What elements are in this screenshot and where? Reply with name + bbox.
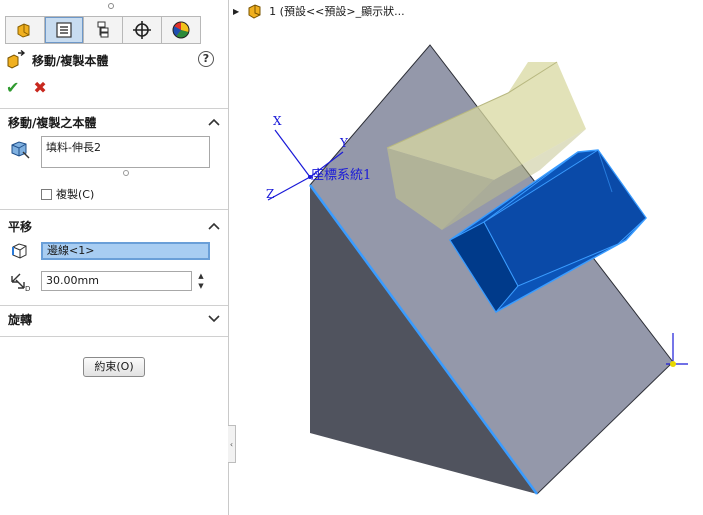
bodies-section-header[interactable]: 移動/複製之本體 xyxy=(8,114,220,130)
property-manager-icon xyxy=(56,22,72,38)
chevron-up-icon[interactable] xyxy=(208,118,220,126)
tree-item-label[interactable]: 1 (預設<<預設>_顯示狀... xyxy=(269,3,404,19)
copy-option[interactable]: 複製(C) xyxy=(41,186,94,202)
cancel-button[interactable]: ✖ xyxy=(33,80,46,96)
tab-propertymanager[interactable] xyxy=(45,17,84,43)
configuration-icon xyxy=(97,21,109,38)
translation-reference-field[interactable]: 邊線<1> xyxy=(41,242,210,260)
translate-section-header[interactable]: 平移 xyxy=(8,218,220,234)
constraints-button[interactable]: 約束(O) xyxy=(83,357,145,377)
list-item[interactable]: 填料-伸長2 xyxy=(46,139,205,155)
model-scene[interactable] xyxy=(229,0,703,515)
crosshair-icon xyxy=(133,21,151,39)
x-axis-label: X xyxy=(273,114,282,128)
manager-tab-bar xyxy=(5,16,201,44)
distance-spinner: ▲ ▼ xyxy=(194,271,208,291)
part-icon xyxy=(247,3,265,19)
tab-configurationmanager[interactable] xyxy=(84,17,123,43)
graphics-viewport[interactable]: ▶ 1 (預設<<預設>_顯示狀... X Y Z 座標系統1 xyxy=(229,0,703,515)
z-axis-label: Z xyxy=(266,187,275,201)
spin-down-icon[interactable]: ▼ xyxy=(194,281,208,291)
divider xyxy=(0,305,228,306)
help-button[interactable]: ? xyxy=(198,51,214,67)
page-title: 移動/複製本體 xyxy=(32,53,109,68)
rotate-section-header[interactable]: 旋轉 xyxy=(8,311,220,327)
divider xyxy=(0,108,228,109)
expand-arrow-icon[interactable]: ▶ xyxy=(233,7,239,16)
solid-body-icon xyxy=(9,138,31,160)
property-title-row: 移動/複製本體 ? xyxy=(6,50,220,70)
move-copy-body-icon xyxy=(6,50,26,70)
appearance-icon xyxy=(172,21,190,39)
spin-up-icon[interactable]: ▲ xyxy=(194,271,208,281)
chevron-down-icon[interactable] xyxy=(208,315,220,323)
copy-label: 複製(C) xyxy=(56,188,95,201)
rotate-section-title: 旋轉 xyxy=(8,312,33,327)
tab-display[interactable] xyxy=(162,17,200,43)
ok-cancel-group: ✔ ✖ xyxy=(6,80,47,96)
coordinate-system-label[interactable]: 座標系統1 xyxy=(311,164,371,183)
tab-featuremanager[interactable] xyxy=(6,17,45,43)
translation-reference-icon xyxy=(10,241,30,261)
bodies-section-title: 移動/複製之本體 xyxy=(8,115,97,130)
panel-drag-handle[interactable] xyxy=(108,3,114,9)
feature-tree-flyout[interactable]: ▶ 1 (預設<<預設>_顯示狀... xyxy=(233,3,405,19)
translate-section-title: 平移 xyxy=(8,219,33,234)
y-axis-label: Y xyxy=(340,136,348,150)
tab-dimxpert[interactable] xyxy=(123,17,162,43)
copy-checkbox[interactable] xyxy=(41,188,52,200)
property-manager-panel: 移動/複製本體 ? ✔ ✖ 移動/複製之本體 填料-伸長2 複製(C) 平移 邊… xyxy=(0,0,229,515)
chevron-up-icon[interactable] xyxy=(208,222,220,230)
list-resize-handle[interactable] xyxy=(123,170,129,176)
feature-tree-icon xyxy=(17,23,30,38)
divider xyxy=(0,209,228,210)
ok-button[interactable]: ✔ xyxy=(6,80,19,96)
distance-input[interactable]: 30.00mm xyxy=(41,271,192,291)
svg-text:D: D xyxy=(25,285,30,292)
bodies-list[interactable]: 填料-伸長2 xyxy=(41,136,210,168)
divider xyxy=(0,336,228,337)
distance-icon: D xyxy=(10,272,32,292)
